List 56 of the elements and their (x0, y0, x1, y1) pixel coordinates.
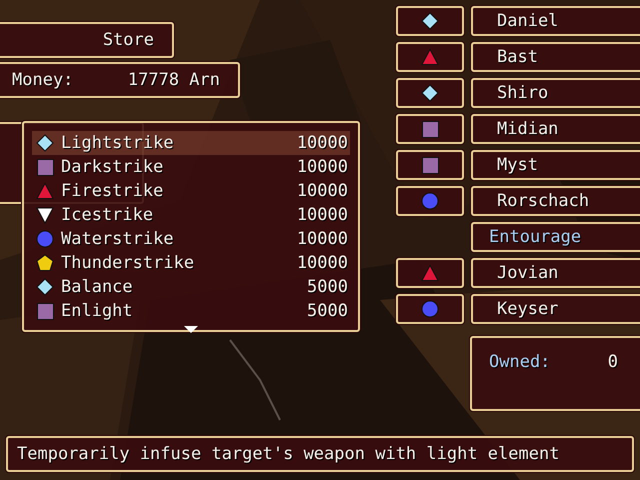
entourage-header: Entourage (471, 222, 640, 252)
item-price: 10000 (296, 180, 348, 203)
circle-icon (36, 230, 55, 248)
party-member[interactable]: Jovian (471, 258, 640, 288)
item-name: Thunderstrike (61, 252, 196, 275)
item-row[interactable]: Thunderstrike 10000 (32, 251, 350, 275)
money-label: Money: (12, 69, 74, 92)
item-name: Balance (61, 276, 134, 299)
item-price: 10000 (296, 228, 348, 251)
triangle-icon (420, 48, 440, 66)
item-price: 10000 (296, 252, 348, 275)
circle-icon (420, 192, 440, 210)
item-price: 10000 (296, 132, 348, 155)
item-row[interactable]: Waterstrike 10000 (32, 227, 350, 251)
diamond-icon (420, 84, 440, 102)
item-row[interactable]: Firestrike 10000 (32, 179, 350, 203)
diamond-icon (36, 134, 55, 152)
triangle-icon (420, 264, 440, 282)
party-member[interactable]: Shiro (471, 78, 640, 108)
item-name: Firestrike (61, 180, 164, 203)
scroll-down-arrow-icon (184, 326, 198, 333)
party-member[interactable]: Daniel (471, 6, 640, 36)
owned-label: Owned: (489, 351, 550, 374)
item-price: 10000 (296, 156, 348, 179)
item-name: Waterstrike (61, 228, 175, 251)
store-title: Store (102, 29, 154, 52)
item-row[interactable]: Lightstrike 10000 (32, 131, 350, 155)
item-row[interactable]: Icestrike 10000 (32, 203, 350, 227)
item-price: 10000 (296, 204, 348, 227)
party-member[interactable]: Midian (471, 114, 640, 144)
item-name: Darkstrike (61, 156, 164, 179)
square-icon (36, 158, 55, 176)
item-row[interactable]: Enlight 5000 (32, 299, 350, 323)
party-member[interactable]: Rorschach (471, 186, 640, 216)
item-name: Enlight (61, 300, 134, 323)
triangle-icon (36, 182, 55, 200)
item-name: Icestrike (61, 204, 154, 227)
money-value: 17778 Arn (128, 69, 220, 92)
diamond-icon (420, 12, 440, 30)
square-icon (420, 120, 440, 138)
item-price: 5000 (307, 276, 348, 299)
square-icon (36, 302, 55, 320)
party-member[interactable]: Bast (471, 42, 640, 72)
item-row[interactable]: Balance 5000 (32, 275, 350, 299)
owned-value: 0 (608, 351, 618, 374)
party-member[interactable]: Keyser (471, 294, 640, 324)
down-triangle-icon (36, 206, 55, 224)
pentagon-icon (36, 254, 55, 272)
party-member[interactable]: Myst (471, 150, 640, 180)
item-row[interactable]: Darkstrike 10000 (32, 155, 350, 179)
circle-icon (420, 300, 440, 318)
diamond-icon (36, 278, 55, 296)
item-name: Lightstrike (61, 132, 175, 155)
square-icon (420, 156, 440, 174)
help-text: Temporarily infuse target's weapon with light element (17, 443, 560, 466)
item-price: 5000 (307, 300, 348, 323)
